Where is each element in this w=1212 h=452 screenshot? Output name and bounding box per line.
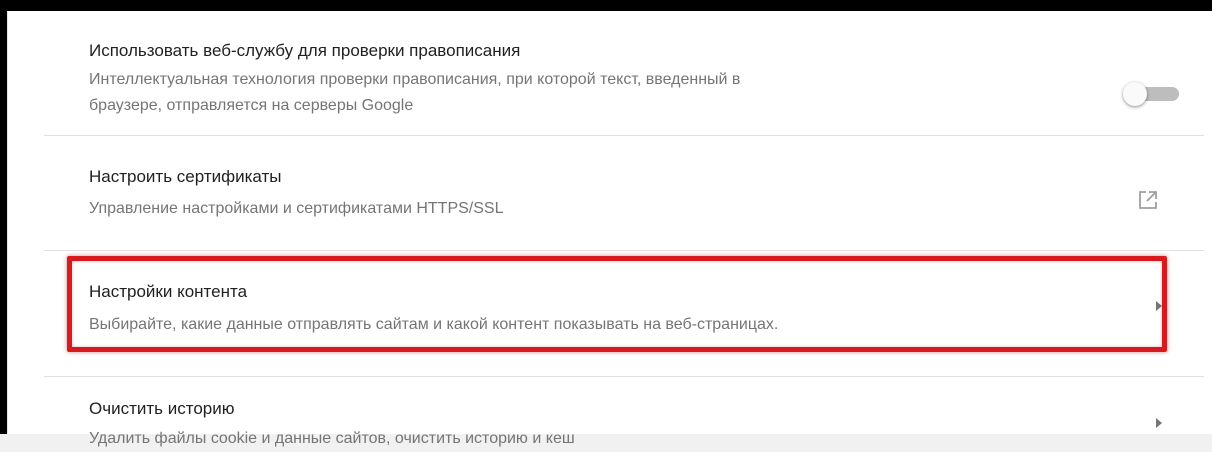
setting-description: Удалить файлы cookie и данные сайтов, оч…: [89, 430, 575, 447]
setting-description: Интеллектуальная технология проверки пра…: [89, 67, 740, 119]
toggle-thumb: [1123, 82, 1147, 106]
setting-row-spellcheck[interactable]: Использовать веб-службу для проверки пра…: [44, 11, 1204, 136]
setting-description-line: браузере, отправляется на серверы Google: [89, 97, 414, 114]
external-link-icon[interactable]: [1137, 189, 1159, 211]
setting-title: Настройки контента: [89, 282, 248, 301]
setting-description-line: Интеллектуальная технология проверки пра…: [89, 71, 741, 88]
setting-title: Очистить историю: [89, 399, 235, 418]
setting-row-clear-history[interactable]: Очистить историю Удалить файлы cookie и …: [44, 378, 1204, 447]
setting-row-content-settings[interactable]: Настройки контента Выбирайте, какие данн…: [44, 252, 1204, 377]
setting-description: Выбирайте, какие данные отправлять сайта…: [89, 316, 779, 333]
chevron-right-icon[interactable]: [1155, 300, 1163, 312]
window-top-border: [0, 0, 1212, 11]
screenshot-frame: Использовать веб-службу для проверки пра…: [0, 0, 1212, 447]
chevron-right-icon[interactable]: [1155, 417, 1163, 429]
setting-description: Управление настройками и сертификатами H…: [89, 200, 504, 217]
setting-row-certificates[interactable]: Настроить сертификаты Управление настрой…: [44, 137, 1204, 251]
settings-card: Использовать веб-службу для проверки пра…: [7, 11, 1212, 447]
setting-title: Настроить сертификаты: [89, 167, 282, 186]
spellcheck-toggle[interactable]: [1123, 82, 1179, 106]
window-left-border: [0, 0, 7, 434]
setting-title: Использовать веб-службу для проверки пра…: [89, 41, 521, 60]
